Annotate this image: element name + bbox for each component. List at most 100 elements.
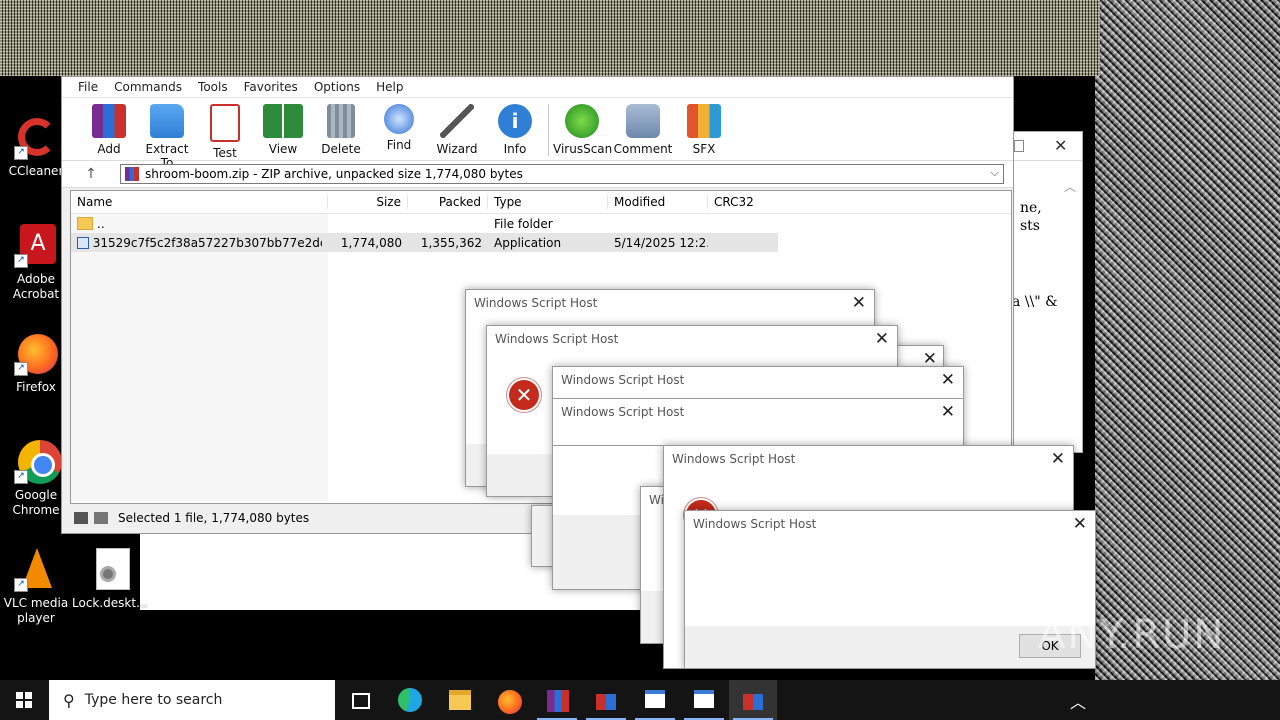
info-icon: i [498, 104, 532, 138]
menu-bar: File Commands Tools Favorites Options He… [62, 77, 1013, 98]
table-row-selected-file[interactable]: 31529c7f5c2f38a57227b307bb77e2dc86d28...… [71, 233, 778, 252]
ccleaner-icon: ↗ [14, 116, 58, 160]
dialog-title: Windows Script Host [561, 405, 685, 419]
chrome-icon: ↗ [14, 440, 62, 484]
close-icon[interactable]: ✕ [1073, 514, 1087, 534]
wizard-button[interactable]: Wizard [428, 98, 486, 156]
view-button[interactable]: View [254, 98, 312, 156]
firefox-icon [498, 690, 522, 714]
script-icon [596, 694, 616, 710]
sfx-label: SFX [692, 142, 716, 156]
column-size[interactable]: Size [328, 195, 408, 209]
wsh-dialog-8[interactable]: Windows Script Host ✕ OK [684, 510, 1096, 669]
status-text: Selected 1 file, 1,774,080 bytes [118, 511, 310, 525]
chevron-down-icon[interactable]: ⌵ [991, 166, 999, 180]
file-name: .. [97, 216, 105, 231]
column-crc32[interactable]: CRC32 [708, 195, 778, 209]
taskbar-file-explorer[interactable] [435, 680, 483, 720]
file-type: File folder [494, 216, 553, 231]
drive-key-icon[interactable] [74, 512, 108, 524]
document-text: ne, [1020, 200, 1042, 216]
delete-label: Delete [321, 142, 361, 156]
trash-can-icon [327, 104, 355, 138]
close-icon[interactable]: ✕ [875, 329, 889, 349]
vlc-cone-icon: ↗ [14, 548, 58, 592]
maximize-icon[interactable] [1014, 140, 1024, 152]
comment-label: Comment [613, 142, 673, 156]
find-label: Find [386, 138, 412, 152]
taskbar-window-a[interactable] [631, 680, 679, 720]
acrobat-icon: A ↗ [14, 224, 58, 268]
desktop-glitch-strip [0, 0, 1100, 76]
taskbar-script-host[interactable] [582, 680, 630, 720]
application-icon [77, 236, 89, 249]
path-bar: ↑ shroom-boom.zip - ZIP archive, unpacke… [62, 160, 1013, 188]
taskbar-window-b[interactable] [680, 680, 728, 720]
up-arrow-icon[interactable]: ↑ [62, 166, 120, 182]
desktop-icon-lock-desktop[interactable]: Lock.deskt... [72, 548, 148, 611]
folder-icon [77, 217, 93, 230]
close-icon[interactable]: ✕ [1051, 449, 1065, 469]
sfx-archive-icon [687, 104, 721, 138]
taskbar-edge[interactable] [386, 680, 434, 720]
file-modified: 5/14/2025 12:2... [614, 235, 708, 250]
column-name[interactable]: Name ^ [71, 195, 328, 209]
background-window-titlebar [1014, 132, 1082, 161]
taskbar-firefox[interactable] [484, 680, 532, 720]
shortcut-arrow-icon: ↗ [14, 146, 28, 160]
menu-options[interactable]: Options [306, 80, 368, 94]
column-type[interactable]: Type [488, 195, 608, 209]
winrar-icon [547, 690, 569, 712]
close-icon[interactable]: ✕ [1054, 136, 1067, 155]
anyrun-watermark: ANY.RUN [1038, 612, 1226, 658]
firefox-icon: ↗ [14, 332, 58, 376]
menu-commands[interactable]: Commands [106, 80, 190, 94]
background-window[interactable]: ✕ ︿ ne, sts a \\" & [1012, 131, 1083, 453]
task-view-icon [352, 693, 370, 709]
delete-button[interactable]: Delete [312, 98, 370, 156]
test-button[interactable]: Test [196, 98, 254, 160]
virusscan-button[interactable]: VirusScan [553, 98, 612, 156]
comment-button[interactable]: Comment [611, 98, 675, 156]
file-size: 1,774,080 [340, 235, 402, 250]
start-button[interactable] [0, 680, 48, 720]
table-row-parent-folder[interactable]: .. File folder [71, 214, 1011, 233]
document-window-icon [694, 690, 714, 708]
toolbar: Add Extract To Test View Delete Find Wiz… [62, 98, 1013, 170]
add-button[interactable]: Add [80, 98, 138, 156]
menu-tools[interactable]: Tools [190, 80, 236, 94]
file-name: 31529c7f5c2f38a57227b307bb77e2dc86d28... [92, 235, 322, 250]
shortcut-arrow-icon: ↗ [14, 254, 28, 268]
menu-help[interactable]: Help [368, 80, 411, 94]
close-icon[interactable]: ✕ [941, 370, 955, 390]
comment-bubble-icon [626, 104, 660, 138]
extract-to-button[interactable]: Extract To [138, 98, 196, 170]
find-button[interactable]: Find [370, 98, 428, 152]
close-icon[interactable]: ✕ [941, 402, 955, 422]
column-modified[interactable]: Modified [608, 195, 708, 209]
desktop-icon-vlc[interactable]: ↗ VLC media player [0, 548, 72, 626]
scroll-up-icon[interactable]: ︿ [1064, 178, 1076, 195]
show-hidden-icons-chevron-icon[interactable]: ︿ [1070, 689, 1086, 713]
menu-file[interactable]: File [70, 80, 106, 94]
taskbar-window-c[interactable] [729, 680, 777, 720]
book-view-icon [263, 104, 303, 138]
column-packed[interactable]: Packed [408, 195, 488, 209]
task-view-button[interactable] [336, 680, 384, 720]
menu-favorites[interactable]: Favorites [236, 80, 306, 94]
windows-logo-icon [16, 692, 32, 708]
path-text: shroom-boom.zip - ZIP archive, unpacked … [145, 167, 523, 181]
dialog-title: Windows Script Host [561, 373, 685, 387]
shortcut-arrow-icon: ↗ [14, 362, 28, 376]
close-icon[interactable]: ✕ [852, 293, 866, 313]
info-button[interactable]: i Info [486, 98, 544, 156]
taskbar-search[interactable]: ⚲ Type here to search [49, 680, 335, 720]
sfx-button[interactable]: SFX [675, 98, 733, 156]
taskbar-winrar[interactable] [533, 680, 581, 720]
desktop-icon-label: Lock.deskt... [72, 596, 148, 610]
wsh-dialog-5[interactable]: Windows Script Host ✕ [552, 398, 964, 446]
folder-icon [449, 690, 471, 710]
path-dropdown[interactable]: shroom-boom.zip - ZIP archive, unpacked … [120, 164, 1004, 184]
magnifier-icon [384, 104, 414, 134]
test-label: Test [213, 146, 237, 160]
